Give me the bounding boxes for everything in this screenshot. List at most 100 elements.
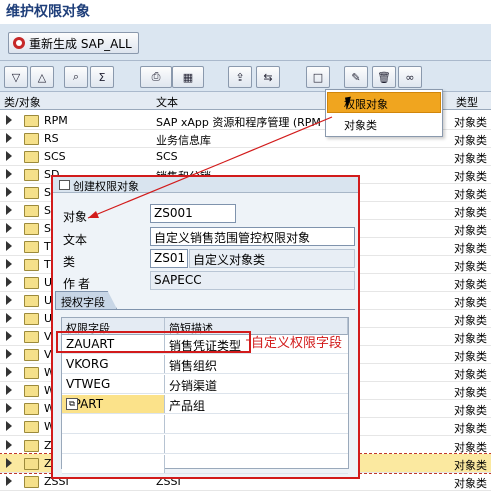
expand-triangle-icon[interactable] [6,151,12,161]
glasses-icon[interactable]: ∞ [398,66,422,88]
folder-icon [24,169,39,181]
folder-icon [24,421,39,433]
row-text: SCS [156,150,178,163]
regenerate-sap-all-button[interactable]: 重新生成 SAP_ALL [8,32,139,54]
sum-icon[interactable]: Σ [90,66,114,88]
text-label: 文本 [63,233,88,247]
auth-field-cell[interactable]: VTWEG [62,375,165,393]
empty-row[interactable] [62,455,348,474]
row-type: 对象类 [454,314,487,327]
collapse-icon[interactable]: △ [30,66,54,88]
folder-icon [24,367,39,379]
folder-icon [24,151,39,163]
author-label: 作者 [63,277,94,291]
row-text: 业务信息库 [156,134,211,147]
auth-field-cell[interactable]: VKORG [62,355,165,373]
value-help-icon[interactable]: ⧉ [66,398,78,410]
class-input[interactable]: ZS01 [150,249,188,268]
folder-icon [24,476,39,488]
expand-triangle-icon[interactable] [6,476,12,486]
folder-icon [24,277,39,289]
create-icon[interactable]: □ [306,66,330,88]
page-title: 维护权限对象 [6,4,90,20]
col-header-type[interactable]: 类型 [456,94,478,110]
expand-triangle-icon[interactable] [6,133,12,143]
expand-triangle-icon[interactable] [6,205,12,215]
expand-triangle-icon[interactable] [6,349,12,359]
edit-icon[interactable]: ✎ [344,66,368,88]
auth-field-row[interactable]: SPART ⧉ 产品组 [62,395,348,414]
delete-icon[interactable]: 🗑 [372,66,396,88]
text-input[interactable]: 自定义销售范围管控权限对象 [150,227,355,246]
row-object: RS [44,132,59,145]
export-icon[interactable]: ⇪ [228,66,252,88]
folder-icon [24,259,39,271]
expand-triangle-icon[interactable] [6,385,12,395]
grid-toolbar: ▽ △ ⌕ Σ ⎙ ▦ ⇪ ⇆ □ ✎ 🗑 ∞ [0,61,491,92]
folder-icon [24,115,39,127]
expand-triangle-icon[interactable] [6,259,12,269]
row-type: 对象类 [454,170,487,183]
layout-icon[interactable]: ▦ [172,66,204,88]
col-header-object[interactable]: 类/对象 [4,94,41,110]
expand-triangle-icon[interactable] [6,367,12,377]
expand-triangle-icon[interactable] [6,295,12,305]
empty-row[interactable] [62,415,348,434]
expand-triangle-icon[interactable] [6,115,12,125]
expand-triangle-icon[interactable] [6,277,12,287]
empty-cell[interactable] [62,415,165,433]
object-input[interactable]: ZS001 [150,204,236,223]
row-object: T [44,258,51,271]
expand-triangle-icon[interactable] [6,223,12,233]
row-type: 对象类 [454,404,487,417]
select-icon[interactable]: ⇆ [256,66,280,88]
expand-triangle-icon[interactable] [6,313,12,323]
find-icon[interactable]: ⌕ [64,66,88,88]
expand-triangle-icon[interactable] [6,440,12,450]
row-type: 对象类 [454,260,487,273]
empty-cell[interactable] [62,455,165,473]
folder-icon [24,133,39,145]
col-header-text[interactable]: 文本 [156,94,178,110]
expand-icon[interactable]: ▽ [4,66,28,88]
expand-triangle-icon[interactable] [6,187,12,197]
tree-row[interactable]: SCS SCS 对象类 [0,147,491,166]
expand-triangle-icon[interactable] [6,169,12,179]
auth-field-desc: 销售组织 [169,359,218,373]
highlight-box [56,331,251,353]
auth-field-row[interactable]: VKORG 销售组织 [62,355,348,374]
author-value: SAPECC [150,271,355,290]
row-type: 对象类 [454,296,487,309]
row-type: 对象类 [454,278,487,291]
expand-triangle-icon[interactable] [6,331,12,341]
row-type: 对象类 [454,152,487,165]
print-icon[interactable]: ⎙ [140,66,172,88]
folder-icon [24,440,39,452]
auth-field-row[interactable]: VTWEG 分销渠道 [62,375,348,394]
row-type: 对象类 [454,368,487,381]
expand-triangle-icon[interactable] [6,421,12,431]
dialog-title: 创建权限对象 [73,180,139,193]
row-type: 对象类 [454,477,487,490]
expand-triangle-icon[interactable] [6,241,12,251]
expand-triangle-icon[interactable] [6,403,12,413]
expand-triangle-icon[interactable] [6,458,12,468]
application-toolbar: 重新生成 SAP_ALL [0,24,491,61]
row-type: 对象类 [454,459,487,472]
folder-icon [24,241,39,253]
tab-strip: 授权字段 [55,291,355,310]
empty-cell[interactable] [62,435,165,453]
row-type: 对象类 [454,116,487,129]
auth-field-cell[interactable]: SPART ⧉ [62,395,165,413]
class-description: 自定义对象类 [189,249,355,268]
empty-row[interactable] [62,435,348,454]
menu-item-object-class[interactable]: 对象类 [344,117,377,133]
auth-field-desc: 产品组 [169,399,206,413]
folder-icon [24,385,39,397]
row-type: 对象类 [454,350,487,363]
tab-auth-fields[interactable]: 授权字段 [55,291,117,309]
menu-item-auth-object[interactable]: 权限对象 [327,92,441,113]
folder-icon [24,403,39,415]
regenerate-label: 重新生成 SAP_ALL [29,36,132,51]
folder-icon [24,187,39,199]
